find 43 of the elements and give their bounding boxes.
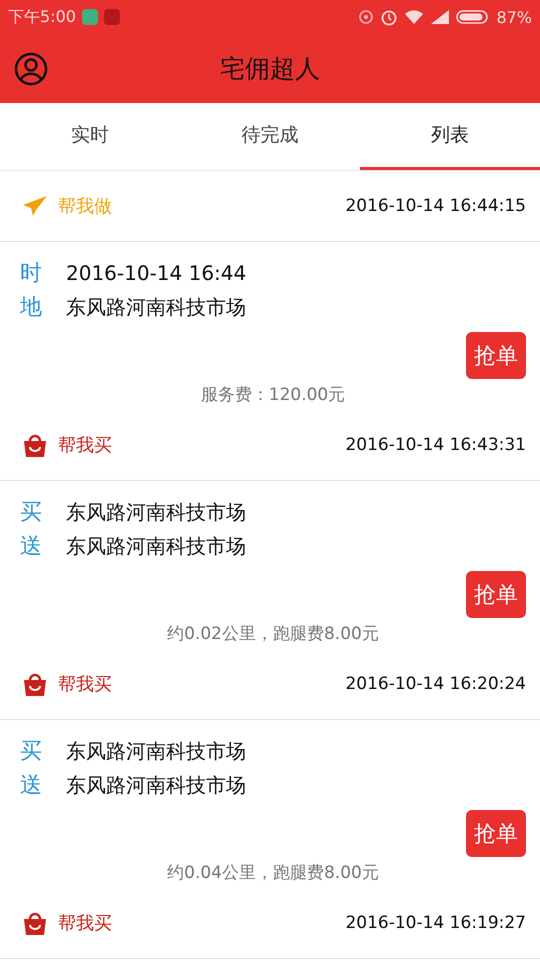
- row-label: 买: [20, 738, 43, 766]
- profile-icon[interactable]: [14, 52, 48, 86]
- row-value: 东风路河南科技市场: [66, 294, 246, 320]
- grab-order-button[interactable]: 抢单: [466, 571, 526, 618]
- battery-percent: 87%: [496, 8, 532, 26]
- order-timestamp: 2016-10-14 16:44:15: [345, 196, 526, 216]
- order-timestamp: 2016-10-14 16:19:27: [345, 913, 526, 933]
- hotspot-icon: [358, 9, 374, 25]
- order-timestamp: 2016-10-14 16:43:31: [345, 435, 526, 455]
- row-value: 东风路河南科技市场: [66, 738, 246, 764]
- app-icon: [104, 9, 120, 25]
- order-type: 帮我做: [58, 195, 113, 218]
- wifi-icon: [404, 9, 424, 25]
- row-label: 送: [20, 772, 43, 800]
- row-label: 时: [20, 260, 43, 288]
- shopping-bag-icon: [22, 910, 48, 936]
- battery-icon: [456, 9, 490, 25]
- tab[interactable]: 列表: [360, 103, 540, 170]
- row-value: 2016-10-14 16:44: [66, 261, 246, 285]
- shopping-bag-icon: [22, 432, 48, 458]
- shopping-bag-icon: [22, 671, 48, 697]
- order-timestamp: 2016-10-14 16:20:24: [345, 674, 526, 694]
- row-value: 东风路河南科技市场: [66, 772, 246, 798]
- row-label: 送: [20, 533, 43, 561]
- app-title: 宅佣超人: [220, 53, 320, 85]
- paper-plane-icon: [22, 195, 48, 217]
- tab[interactable]: 实时: [0, 103, 180, 170]
- order-type: 帮我买: [58, 673, 113, 696]
- fee-text: 约0.04公里，跑腿费8.00元: [167, 862, 379, 884]
- order-type: 帮我买: [58, 434, 113, 457]
- grab-order-button[interactable]: 抢单: [466, 332, 526, 379]
- row-label: 买: [20, 499, 43, 527]
- row-label: 地: [20, 294, 43, 322]
- row-value: 东风路河南科技市场: [66, 532, 246, 560]
- signal-icon: [430, 9, 450, 25]
- fee-text: 服务费：120.00元: [200, 384, 346, 406]
- grab-order-button[interactable]: 抢单: [466, 810, 526, 857]
- order-type: 帮我买: [58, 912, 113, 935]
- status-time: 下午5:00: [8, 6, 76, 28]
- fee-text: 约0.02公里，跑腿费8.00元: [167, 623, 379, 645]
- tab[interactable]: 待完成: [180, 103, 360, 170]
- alarm-icon: [380, 8, 398, 26]
- row-value: 东风路河南科技市场: [66, 498, 246, 526]
